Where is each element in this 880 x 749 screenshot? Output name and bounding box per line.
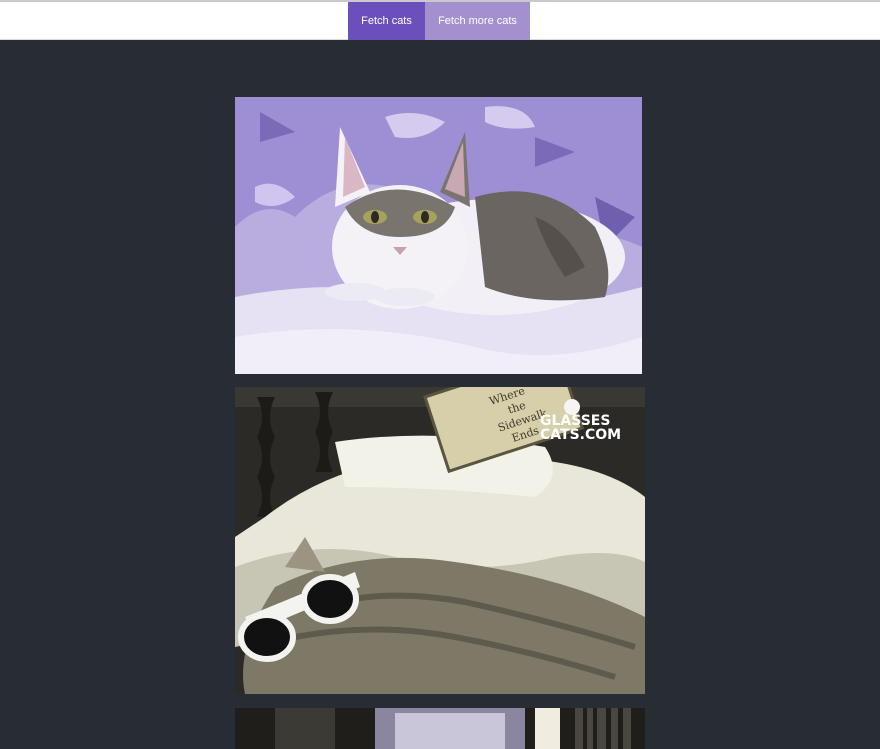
cat-photo-2-image: Where the Sidewalk Ends GLASSES CATS.COM — [235, 387, 645, 694]
fetch-cats-button[interactable]: Fetch cats — [348, 2, 425, 40]
cat-photo-2: Where the Sidewalk Ends GLASSES CATS.COM — [235, 387, 645, 694]
svg-text:CATS.COM: CATS.COM — [540, 427, 621, 443]
cat-photo-1 — [235, 97, 642, 374]
cat-photo-1-image — [235, 97, 642, 374]
fetch-more-cats-button[interactable]: Fetch more cats — [425, 2, 530, 40]
top-toolbar: Fetch cats Fetch more cats — [0, 0, 880, 40]
cat-photo-3-image — [235, 708, 645, 749]
cat-photo-3 — [235, 708, 645, 749]
